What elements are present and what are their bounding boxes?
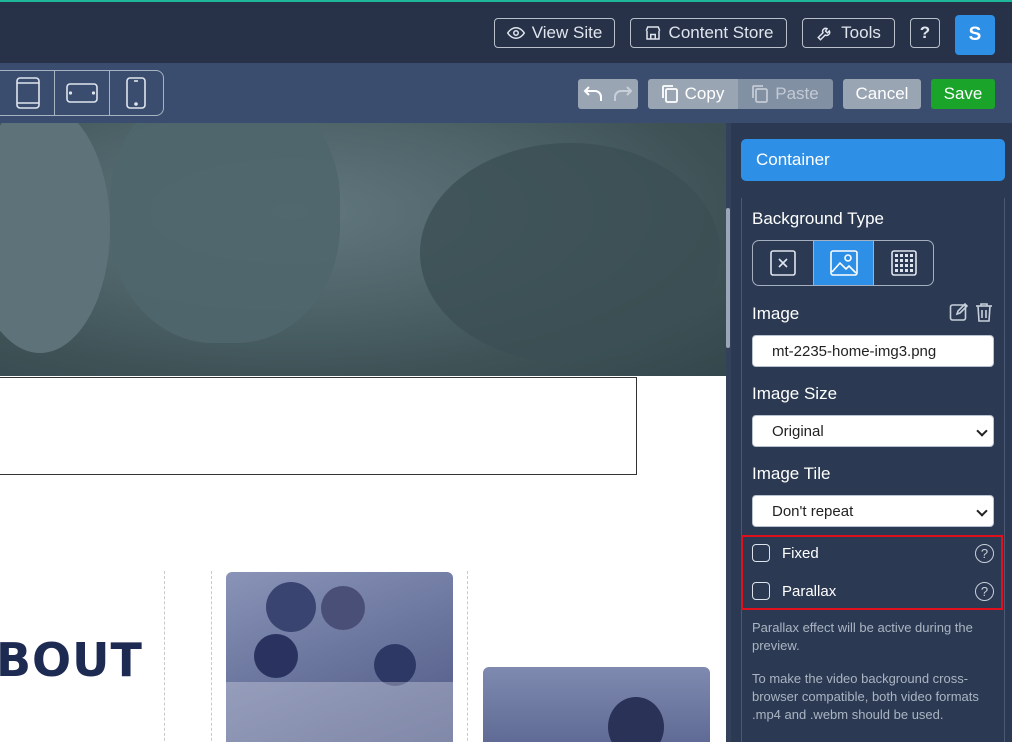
page-canvas[interactable]: BOUT <box>0 123 726 742</box>
undo-button[interactable] <box>578 79 608 109</box>
image-tile-select[interactable]: Don't repeat <box>752 495 994 527</box>
hero-blur-shape <box>0 123 110 353</box>
photo-figure <box>608 697 664 742</box>
tools-button[interactable]: Tools <box>802 18 895 48</box>
hero-background-image[interactable] <box>0 123 726 376</box>
background-type-image-button[interactable] <box>813 241 873 285</box>
content-store-label: Content Store <box>668 23 774 42</box>
copy-button[interactable]: Copy <box>648 79 738 109</box>
photo-figure <box>321 586 365 630</box>
store-icon <box>645 26 660 40</box>
device-switcher <box>0 70 164 116</box>
tablet-portrait-icon <box>15 77 40 109</box>
undo-icon <box>583 86 602 101</box>
photo-figure <box>266 582 316 632</box>
tablet-landscape-icon <box>66 83 98 103</box>
background-type-selector <box>752 240 934 286</box>
fixed-help-icon[interactable]: ? <box>975 543 994 563</box>
image-file-input[interactable]: mt-2235-home-img3.png <box>752 335 994 367</box>
image-tile-value: Don't repeat <box>772 502 854 520</box>
about-heading[interactable]: BOUT <box>0 633 143 687</box>
edit-icon[interactable] <box>949 302 969 322</box>
mobile-icon <box>126 77 147 109</box>
fixed-option: Fixed ? <box>752 543 996 563</box>
panel-title[interactable]: Container <box>741 139 1005 181</box>
image-tile-label: Image Tile <box>752 464 831 483</box>
save-button[interactable]: Save <box>931 79 995 109</box>
top-bar: View Site Content Store Tools ? S <box>0 0 1012 63</box>
column-guide <box>211 571 212 742</box>
content-store-button[interactable]: Content Store <box>630 18 787 48</box>
editor-toolbar: Copy Paste Cancel Save <box>0 63 1012 123</box>
view-site-label: View Site <box>531 23 603 42</box>
photo-figure <box>374 644 416 686</box>
team-photo[interactable] <box>226 572 453 742</box>
redo-button[interactable] <box>608 79 638 109</box>
canvas-scrollbar-thumb[interactable] <box>726 208 730 348</box>
image-size-select[interactable]: Original <box>752 415 994 447</box>
parallax-note: Parallax effect will be active during th… <box>752 620 973 653</box>
empty-container[interactable] <box>0 377 637 475</box>
wrench-icon <box>817 27 831 41</box>
help-button[interactable]: ? <box>910 18 940 48</box>
copy-icon <box>661 85 678 103</box>
image-label: Image <box>752 304 800 323</box>
fixed-label: Fixed <box>782 544 819 562</box>
view-site-button[interactable]: View Site <box>494 18 615 48</box>
hero-blur-shape <box>420 143 720 363</box>
device-mobile-button[interactable] <box>108 71 163 115</box>
copy-label: Copy <box>684 84 725 103</box>
photo-table <box>226 682 453 742</box>
pattern-icon <box>890 250 917 276</box>
fixed-checkbox[interactable] <box>752 544 770 562</box>
background-type-label: Background Type <box>752 209 884 228</box>
video-note: To make the video background cross-brows… <box>752 671 979 722</box>
paste-label: Paste <box>775 84 819 103</box>
image-icon <box>829 250 858 276</box>
image-size-label: Image Size <box>752 384 838 403</box>
parallax-option: Parallax ? <box>752 581 996 601</box>
image-size-value: Original <box>772 422 824 440</box>
tools-label: Tools <box>841 23 881 42</box>
trash-icon[interactable] <box>975 302 993 322</box>
paste-icon <box>752 85 769 103</box>
close-box-icon <box>770 250 796 276</box>
office-photo[interactable] <box>483 667 710 742</box>
column-guide <box>467 571 468 742</box>
background-type-none-button[interactable] <box>753 241 813 285</box>
parallax-checkbox[interactable] <box>752 582 770 600</box>
paste-button[interactable]: Paste <box>738 79 833 109</box>
device-tablet-portrait-button[interactable] <box>0 71 54 115</box>
cancel-button[interactable]: Cancel <box>843 79 921 109</box>
parallax-help-icon[interactable]: ? <box>975 581 994 601</box>
help-label: ? <box>919 23 931 42</box>
undo-redo-group <box>578 79 638 109</box>
column-guide <box>164 571 165 742</box>
eye-icon <box>506 26 525 40</box>
device-tablet-landscape-button[interactable] <box>54 71 108 115</box>
redo-icon <box>614 86 633 101</box>
hero-blur-shape <box>110 123 340 343</box>
photo-figure <box>254 634 298 678</box>
background-type-pattern-button[interactable] <box>873 241 933 285</box>
user-avatar[interactable]: S <box>955 15 995 55</box>
avatar-initial: S <box>968 24 982 45</box>
image-actions <box>949 302 993 322</box>
parallax-label: Parallax <box>782 582 837 600</box>
